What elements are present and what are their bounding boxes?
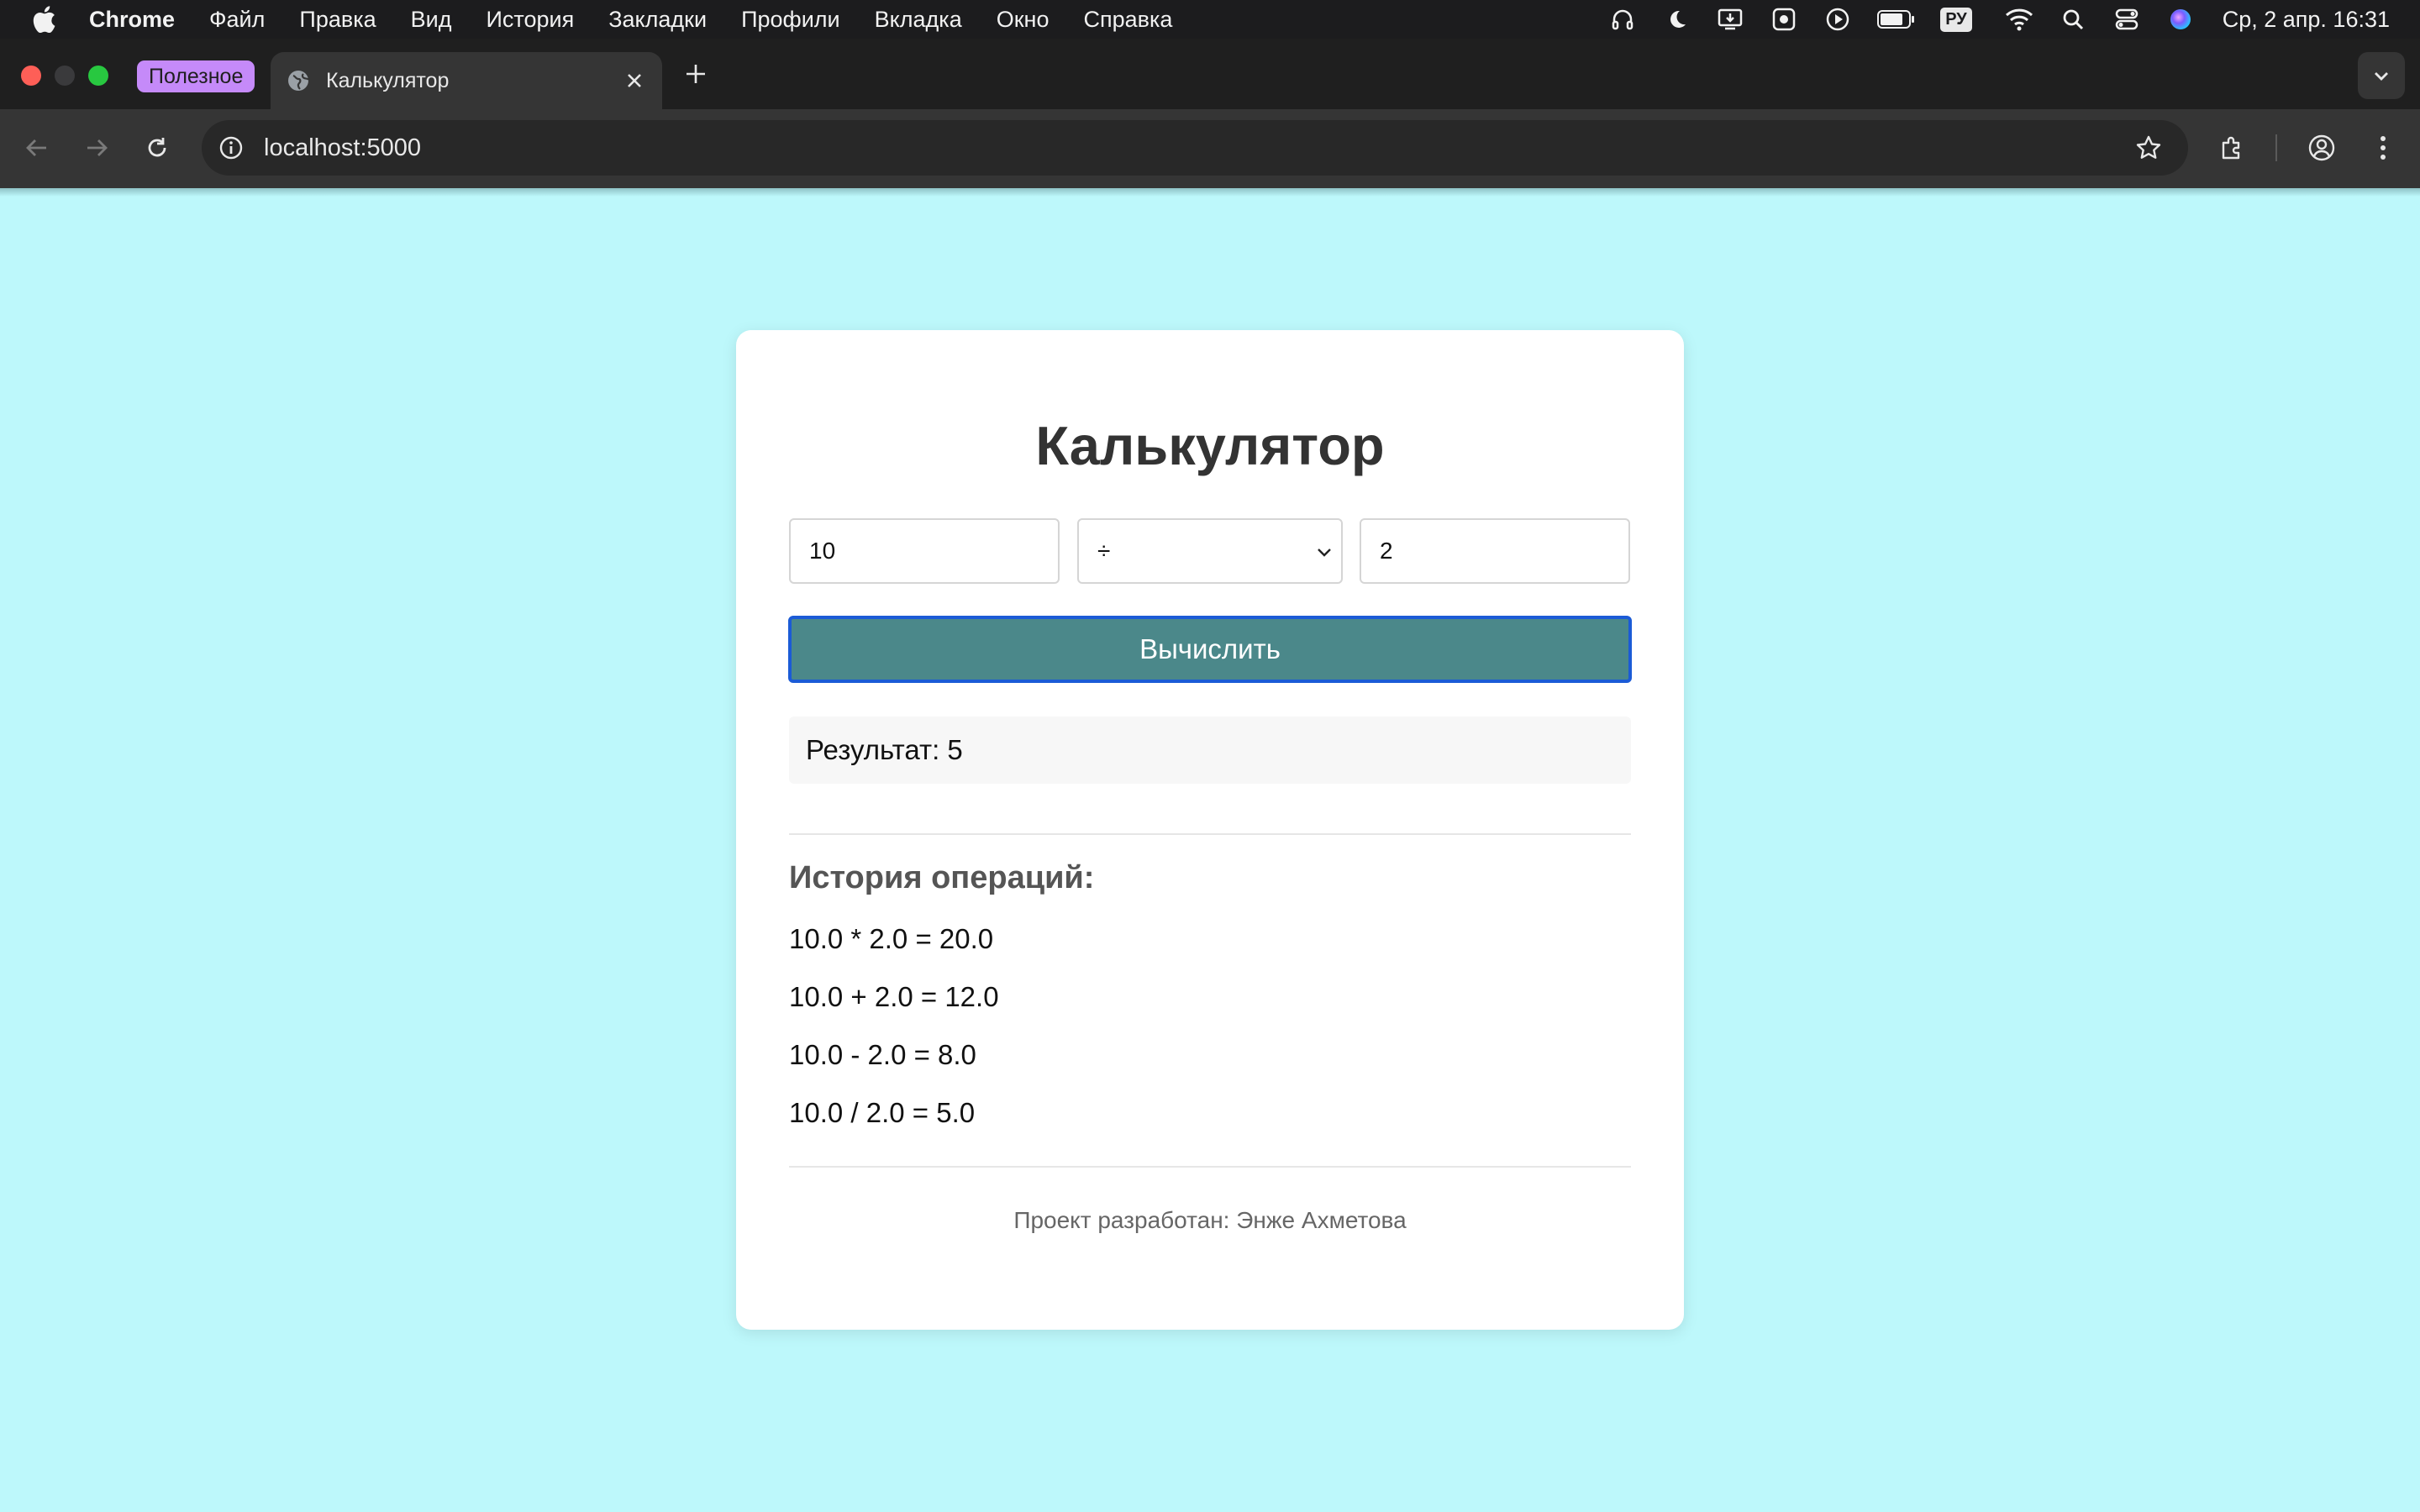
toolbar-shadow <box>0 188 2420 197</box>
history-heading: История операций: <box>789 860 1095 895</box>
menu-help[interactable]: Справка <box>1083 7 1172 33</box>
more-menu-icon[interactable] <box>2365 129 2402 166</box>
macos-menubar: Chrome Файл Правка Вид История Закладки … <box>0 0 2420 39</box>
operand-b-input[interactable]: 2 <box>1360 518 1630 584</box>
calculator-card: Калькулятор 10 ÷ 2 Вычислить Результат: … <box>736 330 1684 1330</box>
operator-select[interactable]: ÷ <box>1077 518 1343 584</box>
menu-profiles[interactable]: Профили <box>741 7 840 33</box>
history-item: 10.0 - 2.0 = 8.0 <box>789 1039 976 1070</box>
apple-menu-icon[interactable] <box>30 6 59 33</box>
bookmark-star-icon[interactable] <box>2133 132 2165 164</box>
window-close-button[interactable] <box>21 66 41 86</box>
history-item: 10.0 / 2.0 = 5.0 <box>789 1097 976 1128</box>
battery-icon[interactable] <box>1875 3 1918 36</box>
menu-tab[interactable]: Вкладка <box>875 7 962 33</box>
address-bar[interactable]: localhost:5000 <box>202 120 2188 176</box>
globe-icon <box>286 68 311 93</box>
history-list: 10.0 * 2.0 = 20.0 10.0 + 2.0 = 12.0 10.0… <box>789 923 999 1155</box>
moon-icon[interactable] <box>1660 3 1693 36</box>
wifi-icon[interactable] <box>2002 3 2036 36</box>
profile-avatar-icon[interactable] <box>2303 129 2340 166</box>
tab-title: Калькулятор <box>326 68 450 92</box>
reload-icon[interactable] <box>139 129 176 166</box>
window-zoom-button[interactable] <box>88 66 108 86</box>
result-display: Результат: 5 <box>789 717 1631 784</box>
history-item: 10.0 + 2.0 = 12.0 <box>789 981 999 1012</box>
operand-a-input[interactable]: 10 <box>789 518 1060 584</box>
tab-group-chip[interactable]: Полезное <box>137 60 255 92</box>
menu-app-chrome[interactable]: Chrome <box>89 7 175 33</box>
screen-record-icon[interactable] <box>1767 3 1801 36</box>
menu-view[interactable]: Вид <box>411 7 452 33</box>
back-arrow-icon[interactable] <box>18 129 55 166</box>
footer-divider <box>789 1166 1631 1168</box>
url-text[interactable]: localhost:5000 <box>264 134 421 162</box>
site-info-icon[interactable] <box>215 132 247 164</box>
new-tab-icon[interactable] <box>681 59 711 89</box>
extensions-puzzle-icon[interactable] <box>2213 129 2250 166</box>
active-tab[interactable]: Калькулятор <box>271 52 662 109</box>
menu-bookmarks[interactable]: Закладки <box>608 7 707 33</box>
operator-selected-value: ÷ <box>1097 538 1111 564</box>
section-divider <box>789 833 1631 835</box>
menu-window[interactable]: Окно <box>997 7 1050 33</box>
menu-file[interactable]: Файл <box>209 7 265 33</box>
toolbar-divider <box>2275 134 2277 161</box>
spotlight-search-icon[interactable] <box>2056 3 2090 36</box>
menubar-status-area: РУ Ср, 2 апр. 16:31 <box>1586 0 2390 39</box>
menubar-clock[interactable]: Ср, 2 апр. 16:31 <box>2223 7 2390 33</box>
headphones-icon[interactable] <box>1606 3 1639 36</box>
page-title: Калькулятор <box>1035 415 1385 476</box>
menu-history[interactable]: История <box>486 7 574 33</box>
screen-mirroring-icon[interactable] <box>1713 3 1747 36</box>
chevron-down-icon <box>1313 540 1336 564</box>
window-minimize-button[interactable] <box>55 66 75 86</box>
tab-close-icon[interactable] <box>622 68 647 93</box>
input-language-badge[interactable]: РУ <box>1940 7 1972 32</box>
siri-icon[interactable] <box>2164 3 2197 36</box>
footer-credit: Проект разработан: Энже Ахметова <box>1013 1207 1407 1233</box>
play-circle-icon[interactable] <box>1821 3 1854 36</box>
forward-arrow-icon[interactable] <box>78 129 115 166</box>
menu-edit[interactable]: Правка <box>299 7 376 33</box>
history-item: 10.0 * 2.0 = 20.0 <box>789 923 994 954</box>
calculate-button[interactable]: Вычислить <box>788 616 1632 683</box>
control-center-icon[interactable] <box>2110 3 2144 36</box>
tab-search-chevron-down-icon[interactable] <box>2358 52 2405 99</box>
